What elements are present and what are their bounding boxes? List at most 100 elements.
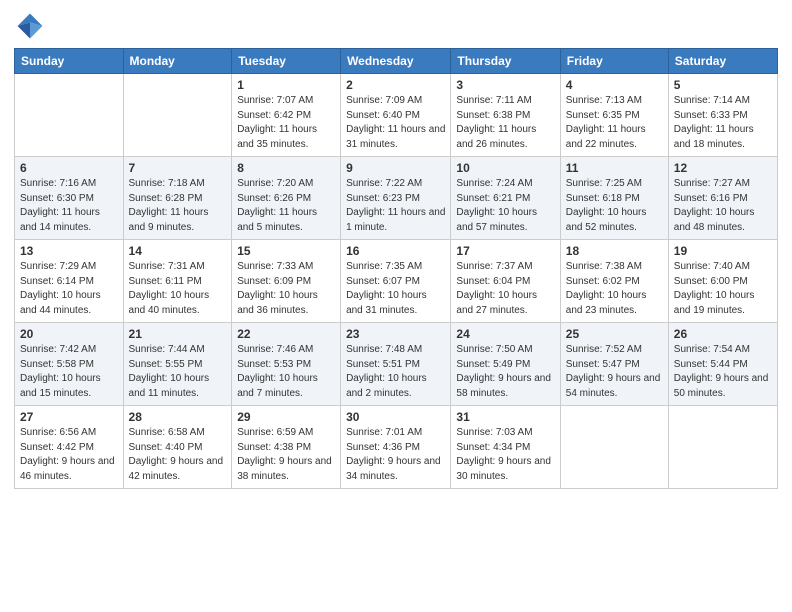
day-info: Sunrise: 7:27 AM Sunset: 6:16 PM Dayligh… [674,177,772,235]
calendar: SundayMondayTuesdayWednesdayThursdayFrid… [14,48,778,489]
calendar-cell [560,406,668,489]
calendar-cell: 9 Sunrise: 7:22 AM Sunset: 6:23 PM Daylig… [341,157,451,240]
calendar-cell: 23 Sunrise: 7:48 AM Sunset: 5:51 PM Dayli… [341,323,451,406]
weekday-thursday: Thursday [451,49,560,74]
day-number: 5 [674,78,772,92]
header [14,10,778,42]
calendar-cell: 2 Sunrise: 7:09 AM Sunset: 6:40 PM Daylig… [341,74,451,157]
calendar-cell: 24 Sunrise: 7:50 AM Sunset: 5:49 PM Dayli… [451,323,560,406]
calendar-cell: 14 Sunrise: 7:31 AM Sunset: 6:11 PM Dayli… [123,240,232,323]
day-number: 11 [566,161,663,175]
day-info: Sunrise: 7:33 AM Sunset: 6:09 PM Dayligh… [237,260,335,318]
day-number: 18 [566,244,663,258]
calendar-cell: 20 Sunrise: 7:42 AM Sunset: 5:58 PM Dayli… [15,323,124,406]
calendar-cell: 1Sunrise: 7:07 AM Sunset: 6:42 PM Daylig… [232,74,341,157]
calendar-cell: 4 Sunrise: 7:13 AM Sunset: 6:35 PM Daylig… [560,74,668,157]
day-info: Sunrise: 7:29 AM Sunset: 6:14 PM Dayligh… [20,260,118,318]
weekday-tuesday: Tuesday [232,49,341,74]
day-info: Sunrise: 7:20 AM Sunset: 6:26 PM Dayligh… [237,177,335,235]
week-row-3: 13 Sunrise: 7:29 AM Sunset: 6:14 PM Dayli… [15,240,778,323]
calendar-cell: 21Sunrise: 7:44 AM Sunset: 5:55 PM Dayli… [123,323,232,406]
day-info: Sunrise: 7:13 AM Sunset: 6:35 PM Dayligh… [566,94,663,152]
weekday-friday: Friday [560,49,668,74]
calendar-cell: 5 Sunrise: 7:14 AM Sunset: 6:33 PM Daylig… [668,74,777,157]
day-number: 3 [456,78,554,92]
day-number: 4 [566,78,663,92]
calendar-cell: 7 Sunrise: 7:18 AM Sunset: 6:28 PM Daylig… [123,157,232,240]
day-number: 19 [674,244,772,258]
day-info: Sunrise: 7:48 AM Sunset: 5:51 PM Dayligh… [346,343,445,401]
day-number: 8 [237,161,335,175]
calendar-cell: 28 Sunrise: 6:58 AM Sunset: 4:40 PM Dayli… [123,406,232,489]
day-number: 16 [346,244,445,258]
day-info: Sunrise: 7:38 AM Sunset: 6:02 PM Dayligh… [566,260,663,318]
day-number: 28 [129,410,227,424]
day-number: 17 [456,244,554,258]
logo [14,10,50,42]
day-number: 25 [566,327,663,341]
calendar-cell: 10 Sunrise: 7:24 AM Sunset: 6:21 PM Dayli… [451,157,560,240]
day-number: 13 [20,244,118,258]
day-info: Sunrise: 7:46 AM Sunset: 5:53 PM Dayligh… [237,343,335,401]
day-number: 26 [674,327,772,341]
calendar-cell: 3 Sunrise: 7:11 AM Sunset: 6:38 PM Daylig… [451,74,560,157]
calendar-cell: 22 Sunrise: 7:46 AM Sunset: 5:53 PM Dayli… [232,323,341,406]
day-number: 29 [237,410,335,424]
day-info: Sunrise: 7:50 AM Sunset: 5:49 PM Dayligh… [456,343,554,401]
day-info: Sunrise: 7:54 AM Sunset: 5:44 PM Dayligh… [674,343,772,401]
calendar-cell: 12 Sunrise: 7:27 AM Sunset: 6:16 PM Dayli… [668,157,777,240]
day-number: 24 [456,327,554,341]
calendar-cell: 15 Sunrise: 7:33 AM Sunset: 6:09 PM Dayli… [232,240,341,323]
day-info: Sunrise: 7:42 AM Sunset: 5:58 PM Dayligh… [20,343,118,401]
day-number: 15 [237,244,335,258]
day-number: 20 [20,327,118,341]
day-info: Sunrise: 6:59 AM Sunset: 4:38 PM Dayligh… [237,426,335,484]
calendar-cell: 13 Sunrise: 7:29 AM Sunset: 6:14 PM Dayli… [15,240,124,323]
calendar-cell: 25Sunrise: 7:52 AM Sunset: 5:47 PM Dayli… [560,323,668,406]
logo-icon [14,10,46,42]
day-info: Sunrise: 7:22 AM Sunset: 6:23 PM Dayligh… [346,177,445,235]
day-info: Sunrise: 7:03 AM Sunset: 4:34 PM Dayligh… [456,426,554,484]
day-info: Sunrise: 7:16 AM Sunset: 6:30 PM Dayligh… [20,177,118,235]
day-number: 9 [346,161,445,175]
day-info: Sunrise: 7:18 AM Sunset: 6:28 PM Dayligh… [129,177,227,235]
day-info: Sunrise: 7:37 AM Sunset: 6:04 PM Dayligh… [456,260,554,318]
day-info: Sunrise: 6:58 AM Sunset: 4:40 PM Dayligh… [129,426,227,484]
day-number: 12 [674,161,772,175]
weekday-header-row: SundayMondayTuesdayWednesdayThursdayFrid… [15,49,778,74]
page: SundayMondayTuesdayWednesdayThursdayFrid… [0,0,792,612]
calendar-cell: 27 Sunrise: 6:56 AM Sunset: 4:42 PM Dayli… [15,406,124,489]
day-info: Sunrise: 7:44 AM Sunset: 5:55 PM Dayligh… [129,343,227,401]
day-number: 22 [237,327,335,341]
calendar-cell: 6 Sunrise: 7:16 AM Sunset: 6:30 PM Daylig… [15,157,124,240]
calendar-cell: 30Sunrise: 7:01 AM Sunset: 4:36 PM Dayli… [341,406,451,489]
calendar-cell: 16 Sunrise: 7:35 AM Sunset: 6:07 PM Dayli… [341,240,451,323]
day-number: 7 [129,161,227,175]
weekday-wednesday: Wednesday [341,49,451,74]
calendar-cell: 29 Sunrise: 6:59 AM Sunset: 4:38 PM Dayli… [232,406,341,489]
week-row-1: 1Sunrise: 7:07 AM Sunset: 6:42 PM Daylig… [15,74,778,157]
day-info: Sunrise: 7:40 AM Sunset: 6:00 PM Dayligh… [674,260,772,318]
day-number: 10 [456,161,554,175]
day-info: Sunrise: 7:14 AM Sunset: 6:33 PM Dayligh… [674,94,772,152]
weekday-monday: Monday [123,49,232,74]
day-info: Sunrise: 7:24 AM Sunset: 6:21 PM Dayligh… [456,177,554,235]
calendar-cell: 17 Sunrise: 7:37 AM Sunset: 6:04 PM Dayli… [451,240,560,323]
day-info: Sunrise: 7:35 AM Sunset: 6:07 PM Dayligh… [346,260,445,318]
day-number: 27 [20,410,118,424]
day-info: Sunrise: 7:31 AM Sunset: 6:11 PM Dayligh… [129,260,227,318]
day-info: Sunrise: 7:09 AM Sunset: 6:40 PM Dayligh… [346,94,445,152]
calendar-cell: 19 Sunrise: 7:40 AM Sunset: 6:00 PM Dayli… [668,240,777,323]
calendar-cell: 31 Sunrise: 7:03 AM Sunset: 4:34 PM Dayli… [451,406,560,489]
day-info: Sunrise: 6:56 AM Sunset: 4:42 PM Dayligh… [20,426,118,484]
day-number: 23 [346,327,445,341]
calendar-cell: 26 Sunrise: 7:54 AM Sunset: 5:44 PM Dayli… [668,323,777,406]
week-row-4: 20 Sunrise: 7:42 AM Sunset: 5:58 PM Dayli… [15,323,778,406]
day-info: Sunrise: 7:25 AM Sunset: 6:18 PM Dayligh… [566,177,663,235]
day-number: 2 [346,78,445,92]
day-number: 6 [20,161,118,175]
day-info: Sunrise: 7:11 AM Sunset: 6:38 PM Dayligh… [456,94,554,152]
day-info: Sunrise: 7:01 AM Sunset: 4:36 PM Dayligh… [346,426,445,484]
day-number: 31 [456,410,554,424]
day-number: 14 [129,244,227,258]
